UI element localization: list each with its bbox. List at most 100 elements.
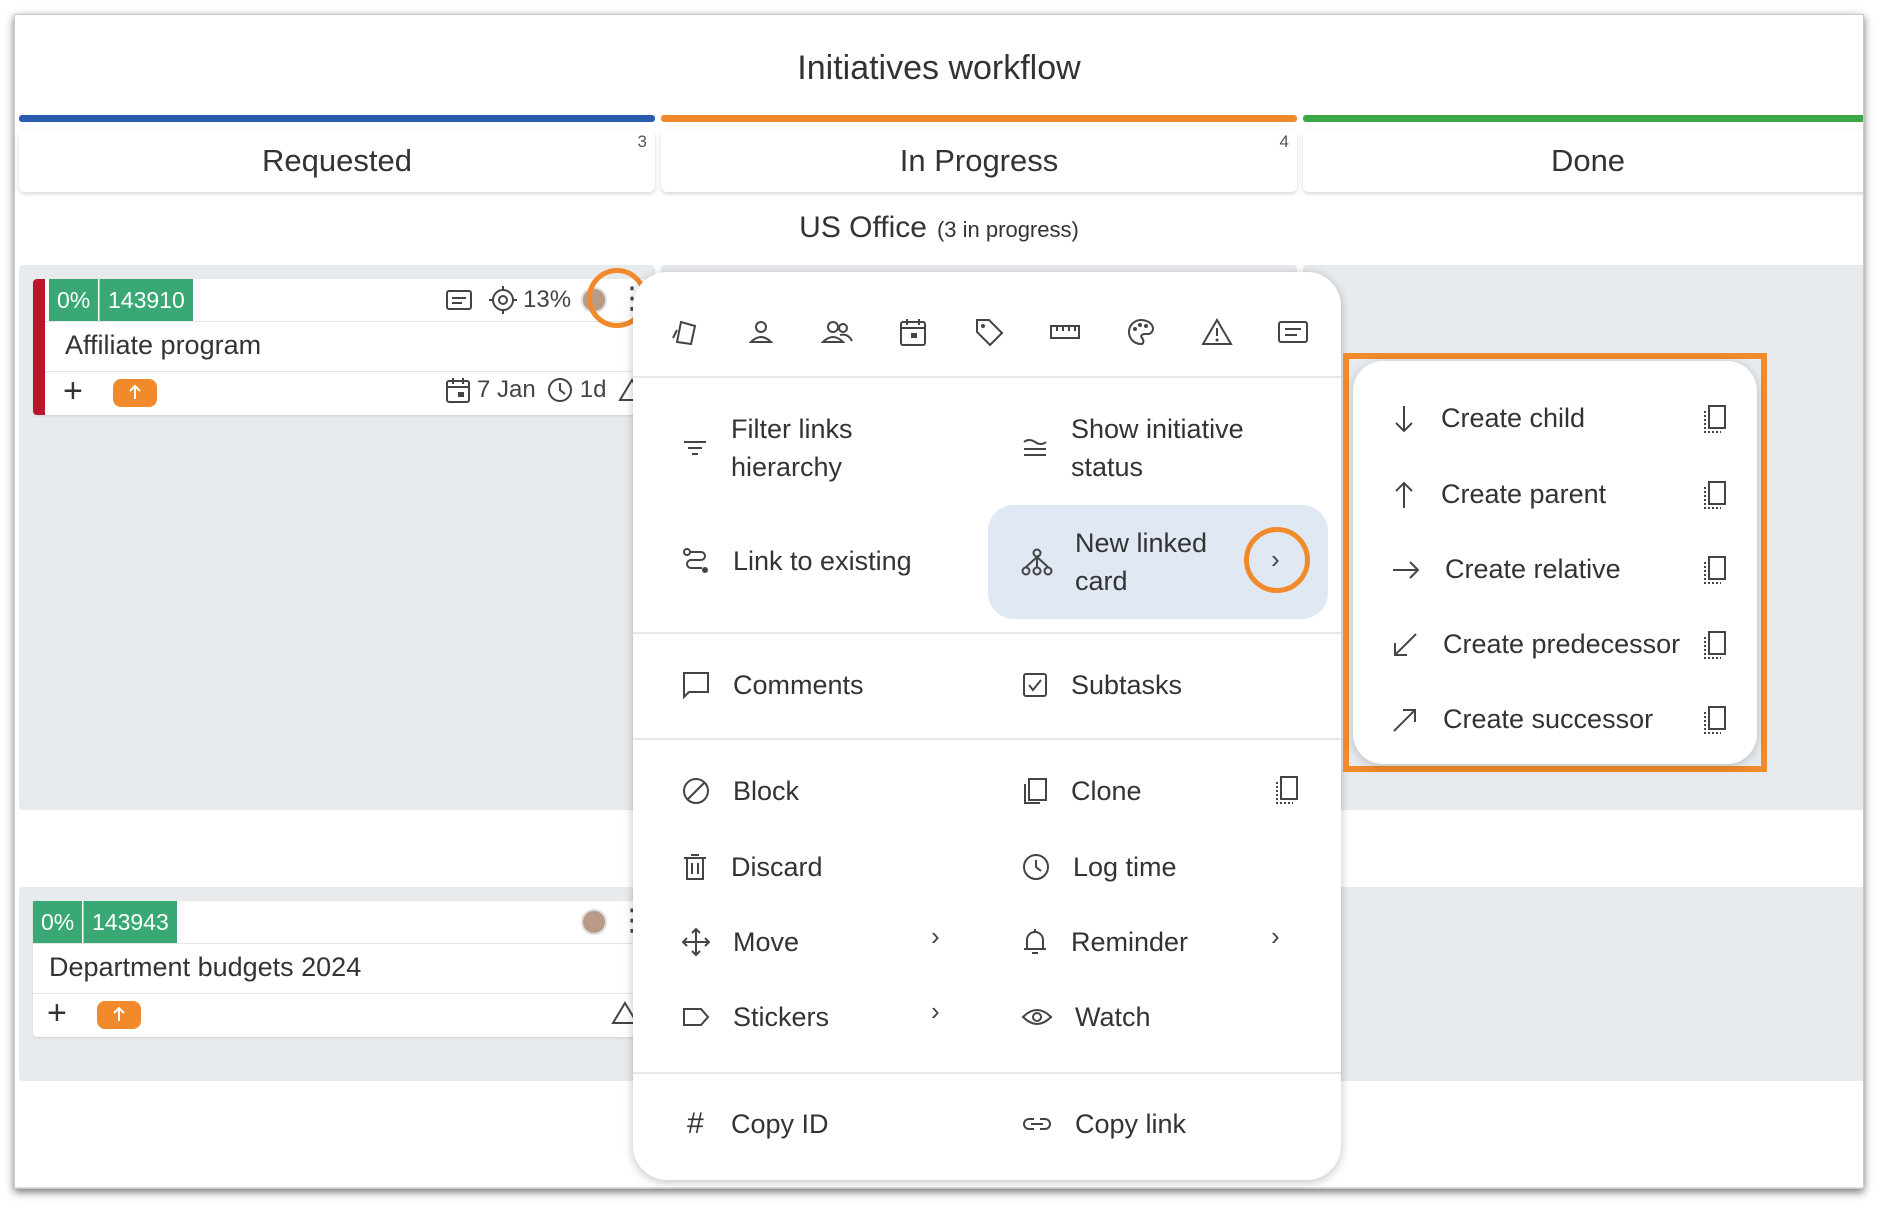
separator	[633, 738, 1341, 740]
hierarchy-icon	[1021, 548, 1053, 576]
submenu-item-label: Create relative	[1445, 554, 1621, 584]
block-item[interactable]: Block	[681, 772, 799, 810]
users-icon[interactable]	[817, 312, 857, 352]
discard-item[interactable]: Discard	[681, 848, 823, 886]
card-footer-meta: 7 Jan 1d	[445, 376, 647, 404]
column-in-progress[interactable]: In Progress 4	[661, 115, 1297, 205]
filter-links-hierarchy-item[interactable]: Filter links hierarchy	[681, 410, 941, 486]
sticker-icon	[683, 1008, 710, 1026]
column-label: Done	[1550, 143, 1626, 178]
clone-batch-icon[interactable]	[1273, 774, 1301, 806]
arrow-up-icon	[1395, 481, 1413, 508]
block-icon	[683, 778, 709, 804]
submenu-arrow-highlight-ring	[1244, 527, 1310, 593]
menu-item-label: Move	[733, 927, 800, 957]
create-child-item[interactable]: Create child	[1391, 403, 1585, 434]
log-time-item[interactable]: Log time	[1021, 848, 1177, 886]
card-color-strip	[33, 279, 45, 415]
menu-item-label: Block	[733, 776, 800, 806]
arrow-down-icon	[1395, 405, 1413, 432]
palette-icon[interactable]	[1121, 312, 1161, 352]
column-done[interactable]: Done	[1303, 115, 1863, 205]
card-details-icon	[446, 290, 472, 310]
stickers-item[interactable]: Stickers	[681, 998, 829, 1036]
clock-icon	[1023, 854, 1049, 880]
watch-item[interactable]: Watch	[1021, 998, 1151, 1036]
column-header[interactable]: In Progress 4	[661, 130, 1297, 192]
column-color-bar	[1303, 115, 1863, 122]
comment-icon	[683, 672, 709, 700]
separator	[633, 632, 1341, 634]
status-icon	[1023, 439, 1047, 456]
arrow-up-icon	[113, 1006, 125, 1021]
menu-item-label: Show initiative status	[1071, 414, 1244, 482]
card-id-badge[interactable]: 143910	[99, 279, 193, 321]
copy-link-item[interactable]: Copy link	[1021, 1105, 1186, 1143]
link-to-existing-item[interactable]: Link to existing	[681, 542, 912, 580]
batch-create-icon[interactable]	[1701, 403, 1729, 435]
link-route-icon	[683, 548, 708, 573]
card-affiliate-program[interactable]: 0% 143910 13% ⋮ Affiliate program + 7 Ja…	[33, 279, 647, 415]
completion-badge: 0%	[49, 279, 99, 321]
hash-icon: #	[686, 1107, 704, 1140]
column-label: Requested	[262, 143, 412, 178]
add-button[interactable]: +	[47, 996, 67, 1030]
separator	[633, 1072, 1341, 1074]
menu-item-label: Copy ID	[731, 1109, 829, 1139]
arrow-up-icon	[129, 384, 141, 399]
card-details-icon[interactable]	[1273, 312, 1313, 352]
reminder-item[interactable]: Reminder	[1021, 923, 1188, 961]
checkbox-icon	[1023, 673, 1047, 697]
avatar[interactable]	[581, 909, 607, 935]
menu-toolbar	[633, 302, 1341, 362]
clock-icon	[547, 378, 572, 402]
ruler-icon[interactable]	[1045, 312, 1085, 352]
batch-create-icon[interactable]	[1701, 629, 1729, 661]
batch-create-icon[interactable]	[1701, 704, 1729, 736]
card-id-badge[interactable]: 143943	[83, 901, 177, 943]
batch-create-icon[interactable]	[1701, 479, 1729, 511]
chevron-right-icon[interactable]: ›	[1271, 921, 1280, 952]
submenu-item-label: Create child	[1441, 403, 1586, 433]
trash-icon	[684, 854, 706, 880]
swimlane-title: US Office (3 in progress)	[15, 211, 1863, 245]
create-predecessor-item[interactable]: Create predecessor	[1391, 629, 1680, 660]
menu-item-label: Link to existing	[733, 546, 912, 576]
warning-icon[interactable]	[1197, 312, 1237, 352]
priority-badge[interactable]	[113, 379, 157, 407]
submenu-item-label: Create parent	[1441, 479, 1607, 509]
add-button[interactable]: +	[63, 374, 83, 408]
tag-icon[interactable]	[969, 312, 1009, 352]
copy-id-item[interactable]: # Copy ID	[681, 1105, 829, 1143]
lane-cell-done-2	[1303, 887, 1863, 1081]
card-title[interactable]: Affiliate program	[65, 330, 261, 361]
swimlane-subtitle: (3 in progress)	[936, 217, 1079, 242]
due-date: 7 Jan	[477, 376, 536, 403]
chevron-right-icon[interactable]: ›	[931, 996, 940, 1027]
column-header[interactable]: Requested 3	[19, 130, 655, 192]
priority-badge[interactable]	[97, 1001, 141, 1029]
show-initiative-status-item[interactable]: Show initiative status	[1021, 410, 1291, 486]
comments-item[interactable]: Comments	[681, 666, 864, 704]
column-header[interactable]: Done	[1303, 130, 1863, 192]
eye-icon	[1021, 1009, 1053, 1025]
chevron-right-icon[interactable]: ›	[931, 921, 940, 952]
create-parent-item[interactable]: Create parent	[1391, 479, 1606, 510]
card-title[interactable]: Department budgets 2024	[49, 952, 361, 983]
column-requested[interactable]: Requested 3	[19, 115, 655, 205]
clone-item[interactable]: Clone	[1021, 772, 1142, 810]
card-department-budgets[interactable]: 0% 143943 ⋮ Department budgets 2024 +	[33, 901, 647, 1037]
create-successor-item[interactable]: Create successor	[1391, 704, 1653, 735]
menu-item-label: Stickers	[733, 1002, 830, 1032]
target-icon	[489, 286, 517, 314]
create-relative-item[interactable]: Create relative	[1391, 554, 1621, 585]
arrow-down-left-icon	[1394, 632, 1417, 656]
menu-item-label: Subtasks	[1071, 670, 1183, 700]
user-icon[interactable]	[741, 312, 781, 352]
subtasks-item[interactable]: Subtasks	[1021, 666, 1182, 704]
batch-create-icon[interactable]	[1701, 554, 1729, 586]
calendar-icon[interactable]	[893, 312, 933, 352]
card-type-icon[interactable]	[665, 312, 705, 352]
move-item[interactable]: Move	[681, 923, 799, 961]
card-header-meta: 13%	[445, 286, 571, 314]
